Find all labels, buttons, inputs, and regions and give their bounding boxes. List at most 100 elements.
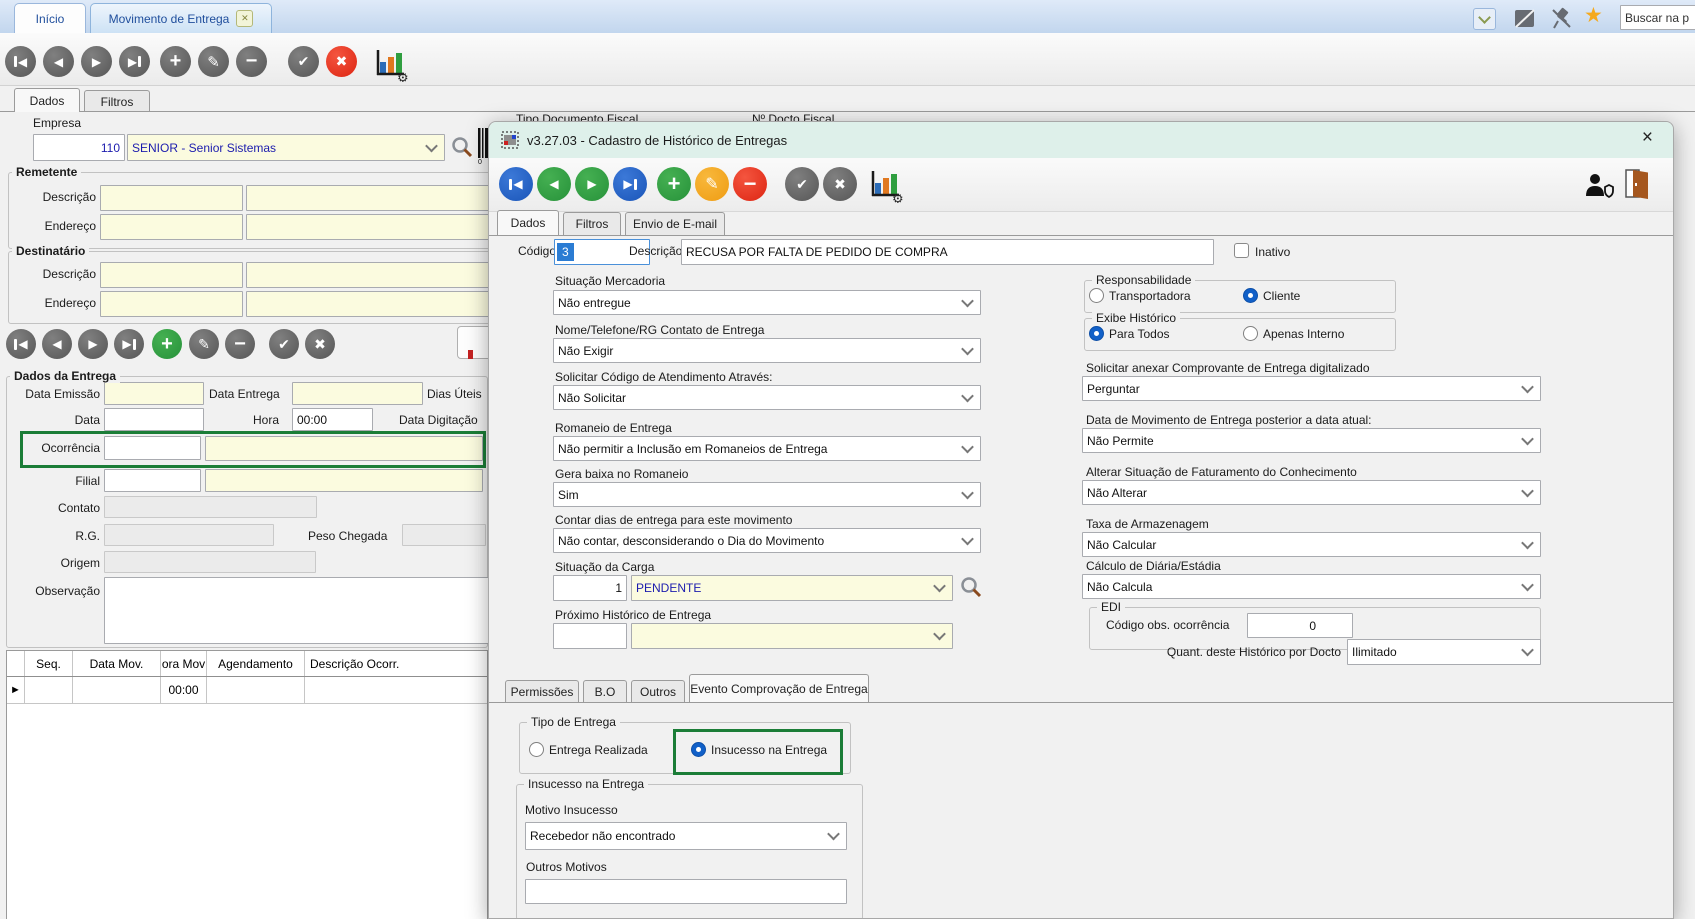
ocorrencia-desc-field[interactable] [205,436,483,461]
empresa-code-field[interactable]: 110 [33,134,125,161]
dialog-next-button[interactable]: ▶ [575,167,609,201]
data-posterior-select[interactable]: Não Permite [1082,428,1541,453]
favorite-star-icon[interactable]: ★ [1584,3,1603,28]
contato-entrega-select[interactable]: Não Exigir [553,338,981,363]
dialog-first-button[interactable]: ◀ [499,167,533,201]
no-image-icon[interactable] [1513,7,1537,31]
insucesso-entrega-radio[interactable] [691,742,706,757]
filial-code-field[interactable] [104,469,201,492]
proximo-historico-combo[interactable] [631,623,953,649]
grid-col-seq[interactable]: Seq. [25,651,73,676]
transportadora-radio[interactable] [1089,288,1104,303]
dialog-previous-button[interactable]: ◀ [537,167,571,201]
entrega-edit-button[interactable]: ✎ [189,329,219,359]
dialog-last-button[interactable]: ▶ [613,167,647,201]
tab-movimento-de-entrega[interactable]: Movimento de Entrega ✕ [90,3,272,33]
dialog-confirm-button[interactable]: ✔ [785,167,819,201]
data-field[interactable] [104,408,204,431]
exit-door-icon[interactable] [1624,168,1650,200]
grid-col-hora-mov[interactable]: ora Mov [161,651,207,676]
dialog-tab-dados[interactable]: Dados [497,210,559,235]
proximo-historico-code[interactable] [553,623,627,649]
grid-row[interactable]: ► 00:00 [7,677,487,704]
confirm-button[interactable]: ✔ [288,46,319,77]
entrega-cancel-button[interactable]: ✖ [305,329,335,359]
main-tab-filtros[interactable]: Filtros [84,90,150,112]
comprovante-select[interactable]: Perguntar [1082,376,1541,401]
entrega-realizada-radio[interactable] [529,742,544,757]
delete-record-button[interactable]: − [236,46,267,77]
add-record-button[interactable]: + [160,46,191,77]
grid-col-data-mov[interactable]: Data Mov. [73,651,161,676]
situacao-carga-combo[interactable]: PENDENTE [631,575,953,601]
destinatario-endereco-field1[interactable] [100,291,243,317]
next-record-button[interactable]: ▶ [81,46,112,77]
page-search-input[interactable]: Buscar na p [1620,5,1695,30]
situacao-mercadoria-select[interactable]: Não entregue [553,290,981,315]
user-permissions-icon[interactable] [1584,172,1614,200]
remetente-endereco-field1[interactable] [100,214,243,240]
observacao-textarea[interactable] [104,577,490,644]
situacao-carga-magnifier-icon[interactable] [959,576,983,600]
entrega-first-button[interactable]: ◀ [6,329,36,359]
unpin-icon[interactable] [1548,5,1575,32]
previous-record-button[interactable]: ◀ [43,46,74,77]
main-tab-dados[interactable]: Dados [14,88,80,112]
dialog-edit-button[interactable]: ✎ [695,167,729,201]
situacao-carga-code[interactable]: 1 [553,575,627,601]
expand-toolbar-button[interactable] [1473,8,1496,30]
dialog-tab-filtros[interactable]: Filtros [563,212,621,235]
grid-col-agendamento[interactable]: Agendamento [207,651,305,676]
dialog-delete-button[interactable]: − [733,167,767,201]
entrega-confirm-button[interactable]: ✔ [269,329,299,359]
dialog-chart-icon[interactable]: ⚙ [866,165,904,203]
dialog-close-icon[interactable]: × [1642,127,1653,149]
edit-record-button[interactable]: ✎ [198,46,229,77]
dialog-tab-email[interactable]: Envio de E-mail [625,212,725,235]
apenas-interno-radio[interactable] [1243,326,1258,341]
quant-historico-select[interactable]: Ilimitado [1347,639,1541,665]
motivo-insucesso-select[interactable]: Recebedor não encontrado [525,822,847,850]
entrega-last-button[interactable]: ▶ [114,329,144,359]
inativo-checkbox[interactable] [1234,243,1249,258]
tab-close-icon[interactable]: ✕ [236,10,253,27]
cancel-button[interactable]: ✖ [326,46,357,77]
calculo-diaria-select[interactable]: Não Calcula [1082,574,1541,599]
last-record-button[interactable]: ▶ [119,46,150,77]
dialog-add-button[interactable]: + [657,167,691,201]
entrega-next-button[interactable]: ▶ [78,329,108,359]
hora-field[interactable]: 00:00 [292,408,373,431]
empresa-combo[interactable]: SENIOR - Senior Sistemas [127,134,445,161]
remetente-descricao-field1[interactable] [100,185,243,211]
taxa-armazenagem-select[interactable]: Não Calcular [1082,532,1541,557]
search-magnifier-icon[interactable] [450,136,474,160]
entrega-delete-button[interactable]: − [225,329,255,359]
data-entrega-field[interactable] [292,382,423,405]
contar-dias-select[interactable]: Não contar, desconsiderando o Dia do Mov… [553,528,981,553]
tab-bo[interactable]: B.O [583,680,627,702]
cliente-radio[interactable] [1243,288,1258,303]
para-todos-radio[interactable] [1089,326,1104,341]
tab-permissoes[interactable]: Permissões [505,680,579,702]
edi-codigo-obs-field[interactable]: 0 [1247,613,1353,638]
outros-motivos-field[interactable] [525,879,847,904]
tab-evento-comprovacao[interactable]: Evento Comprovação de Entrega [689,674,869,702]
destinatario-descricao-field1[interactable] [100,262,243,288]
chart-icon[interactable]: ⚙ [371,44,409,82]
entrega-add-button[interactable]: + [152,329,182,359]
alterar-faturamento-select[interactable]: Não Alterar [1082,480,1541,505]
entrega-previous-button[interactable]: ◀ [42,329,72,359]
dialog-titlebar[interactable]: v3.27.03 - Cadastro de Histórico de Entr… [489,122,1673,158]
filial-desc-field[interactable] [205,469,483,492]
movimentos-grid[interactable]: Seq. Data Mov. ora Mov Agendamento Descr… [6,650,488,919]
romaneio-select[interactable]: Não permitir a Inclusão em Romaneios de … [553,436,981,461]
grid-col-descricao[interactable]: Descrição Ocorr. [305,651,487,676]
tab-outros[interactable]: Outros [631,680,685,702]
descricao-field[interactable]: RECUSA POR FALTA DE PEDIDO DE COMPRA [681,239,1214,265]
first-record-button[interactable]: ◀ [5,46,36,77]
cod-atendimento-select[interactable]: Não Solicitar [553,385,981,410]
ocorrencia-code-field[interactable] [104,436,201,460]
dialog-cancel-button[interactable]: ✖ [823,167,857,201]
data-emissao-field[interactable] [104,382,204,405]
gera-baixa-select[interactable]: Sim [553,482,981,507]
